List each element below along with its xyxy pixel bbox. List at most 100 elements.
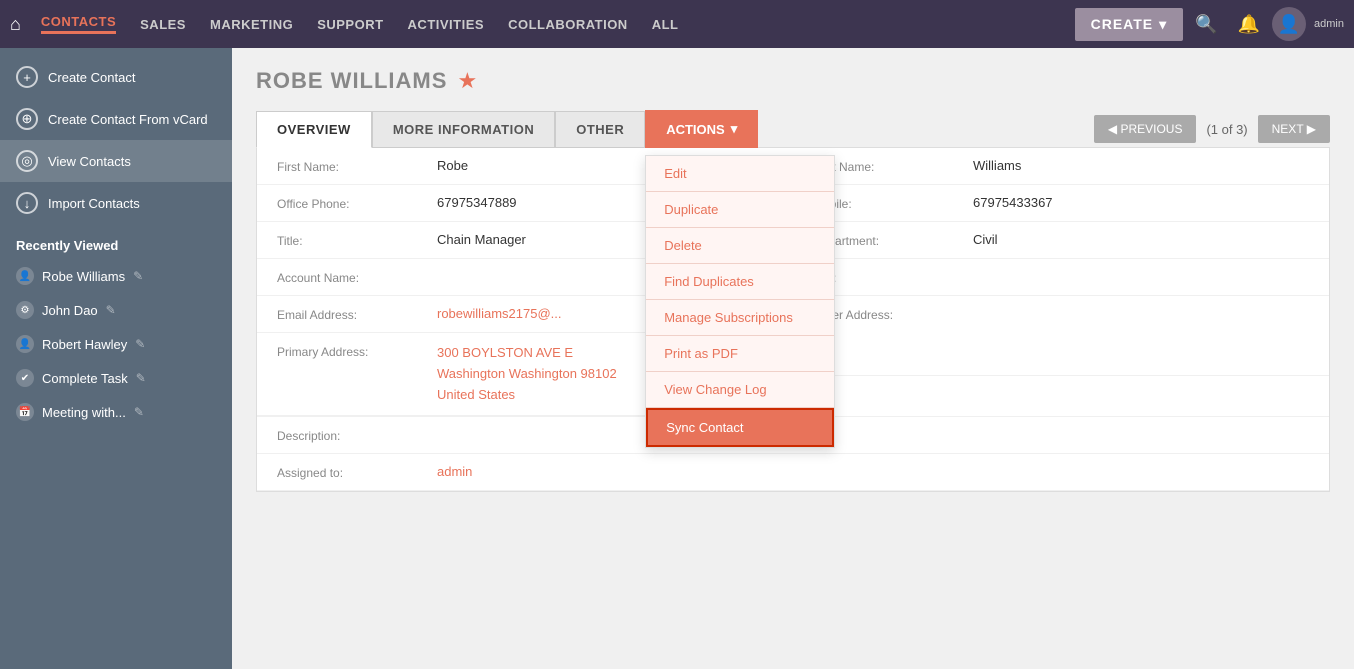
main-layout: + Create Contact ⊕ Create Contact From v… bbox=[0, 48, 1354, 669]
menu-print-as-pdf[interactable]: Print as PDF bbox=[646, 336, 834, 371]
create-vcard-icon: ⊕ bbox=[16, 108, 38, 130]
address-line2: Washington Washington 98102 bbox=[437, 366, 617, 381]
menu-sync-contact[interactable]: Sync Contact bbox=[646, 408, 834, 447]
nav-right: CREATE ▾ 🔍 🔔 👤 admin bbox=[1075, 7, 1344, 41]
create-vcard-label: Create Contact From vCard bbox=[48, 112, 216, 127]
favorite-star-icon[interactable]: ★ bbox=[457, 68, 477, 94]
email-label: Email Address: bbox=[277, 306, 437, 322]
rv-meeting[interactable]: 📅 Meeting with... ✎ bbox=[0, 395, 232, 429]
rv-edit-robert[interactable]: ✎ bbox=[135, 337, 145, 351]
nav-marketing[interactable]: MARKETING bbox=[210, 17, 293, 32]
rv-label-john: John Dao bbox=[42, 303, 98, 318]
next-button[interactable]: NEXT ▶ bbox=[1258, 115, 1330, 143]
actions-dropdown-arrow: ▾ bbox=[731, 121, 738, 137]
nav-collaboration[interactable]: COLLABORATION bbox=[508, 17, 628, 32]
department-row: Department: Civil bbox=[793, 222, 1329, 259]
view-contacts-icon: ◎ bbox=[16, 150, 38, 172]
assigned-to-label: Assigned to: bbox=[277, 464, 437, 480]
recently-viewed-title: Recently Viewed bbox=[0, 224, 232, 259]
menu-edit[interactable]: Edit bbox=[646, 156, 834, 191]
mobile-row: Mobile: 67975433367 bbox=[793, 185, 1329, 222]
tab-overview[interactable]: OVERVIEW bbox=[256, 111, 372, 148]
rv-icon-robert: 👤 bbox=[16, 335, 34, 353]
last-name-value: Williams bbox=[973, 158, 1309, 173]
sidebar-item-create-from-vcard[interactable]: ⊕ Create Contact From vCard bbox=[0, 98, 232, 140]
create-dropdown-arrow: ▾ bbox=[1159, 16, 1167, 33]
rv-john-dao[interactable]: ⚙ John Dao ✎ bbox=[0, 293, 232, 327]
nav-support[interactable]: SUPPORT bbox=[317, 17, 383, 32]
rv-label-task: Complete Task bbox=[42, 371, 128, 386]
view-contacts-label: View Contacts bbox=[48, 154, 216, 169]
menu-view-change-log[interactable]: View Change Log bbox=[646, 372, 834, 407]
sidebar-item-create-contact[interactable]: + Create Contact bbox=[0, 56, 232, 98]
other-address-row: Other Address: bbox=[793, 296, 1329, 376]
tab-other[interactable]: OTHER bbox=[555, 111, 645, 148]
create-button[interactable]: CREATE ▾ bbox=[1075, 8, 1184, 41]
first-name-label: First Name: bbox=[277, 158, 437, 174]
office-phone-label: Office Phone: bbox=[277, 195, 437, 211]
record-title-bar: ROBE WILLIAMS ★ bbox=[256, 68, 1330, 94]
pagination: ◀ PREVIOUS (1 of 3) NEXT ▶ bbox=[1094, 115, 1330, 143]
department-value: Civil bbox=[973, 232, 1309, 247]
rv-complete-task[interactable]: ✔ Complete Task ✎ bbox=[0, 361, 232, 395]
rv-edit-meeting[interactable]: ✎ bbox=[134, 405, 144, 419]
menu-manage-subscriptions[interactable]: Manage Subscriptions bbox=[646, 300, 834, 335]
nav-links: CONTACTS SALES MARKETING SUPPORT ACTIVIT… bbox=[29, 14, 1075, 34]
search-button[interactable]: 🔍 bbox=[1187, 10, 1225, 39]
nav-sales[interactable]: SALES bbox=[140, 17, 186, 32]
rv-icon-meeting: 📅 bbox=[16, 403, 34, 421]
tab-actions-button[interactable]: ACTIONS ▾ bbox=[645, 110, 758, 148]
actions-label: ACTIONS bbox=[666, 122, 725, 137]
menu-duplicate[interactable]: Duplicate bbox=[646, 192, 834, 227]
assigned-to-row: Assigned to: admin bbox=[257, 454, 1329, 491]
sidebar-item-view-contacts[interactable]: ◎ View Contacts bbox=[0, 140, 232, 182]
account-name-label: Account Name: bbox=[277, 269, 437, 285]
nav-contacts[interactable]: CONTACTS bbox=[41, 14, 116, 34]
mobile-label: Mobile: bbox=[813, 195, 973, 211]
description-label: Description: bbox=[277, 427, 437, 443]
nav-all[interactable]: ALL bbox=[652, 17, 679, 32]
department-label: Department: bbox=[813, 232, 973, 248]
admin-label: admin bbox=[1314, 18, 1344, 30]
rv-icon-robe: 👤 bbox=[16, 267, 34, 285]
tab-more-information[interactable]: MORE INFORMATION bbox=[372, 111, 555, 148]
rv-label-robe: Robe Williams bbox=[42, 269, 125, 284]
tab-actions-wrapper: ACTIONS ▾ Edit Duplicate Delete Find Dup… bbox=[645, 110, 758, 148]
title-label: Title: bbox=[277, 232, 437, 248]
fax-row: Fax: bbox=[793, 259, 1329, 296]
nav-activities[interactable]: ACTIVITIES bbox=[408, 17, 485, 32]
rv-robe-williams[interactable]: 👤 Robe Williams ✎ bbox=[0, 259, 232, 293]
sidebar-item-import-contacts[interactable]: ↓ Import Contacts bbox=[0, 182, 232, 224]
mobile-value: 67975433367 bbox=[973, 195, 1309, 210]
rv-edit-robe[interactable]: ✎ bbox=[133, 269, 143, 283]
prev-button[interactable]: ◀ PREVIOUS bbox=[1094, 115, 1197, 143]
fax-label: Fax: bbox=[813, 269, 973, 285]
avatar[interactable]: 👤 bbox=[1272, 7, 1306, 41]
address-line1: 300 BOYLSTON AVE E bbox=[437, 345, 573, 360]
rv-label-meeting: Meeting with... bbox=[42, 405, 126, 420]
import-contacts-label: Import Contacts bbox=[48, 196, 216, 211]
detail-right-col: Last Name: Williams Mobile: 67975433367 … bbox=[793, 148, 1329, 416]
menu-delete[interactable]: Delete bbox=[646, 228, 834, 263]
sidebar: + Create Contact ⊕ Create Contact From v… bbox=[0, 48, 232, 669]
assigned-to-value[interactable]: admin bbox=[437, 464, 1309, 479]
menu-find-duplicates[interactable]: Find Duplicates bbox=[646, 264, 834, 299]
rv-icon-task: ✔ bbox=[16, 369, 34, 387]
rv-label-robert: Robert Hawley bbox=[42, 337, 127, 352]
create-contact-icon: + bbox=[16, 66, 38, 88]
record-name: ROBE WILLIAMS bbox=[256, 68, 447, 94]
rv-edit-task[interactable]: ✎ bbox=[136, 371, 146, 385]
create-contact-label: Create Contact bbox=[48, 70, 216, 85]
actions-dropdown-menu: Edit Duplicate Delete Find Duplicates Ma… bbox=[645, 155, 835, 448]
rv-icon-john: ⚙ bbox=[16, 301, 34, 319]
home-icon[interactable]: ⌂ bbox=[10, 14, 21, 35]
primary-address-label: Primary Address: bbox=[277, 343, 437, 359]
rv-robert-hawley[interactable]: 👤 Robert Hawley ✎ bbox=[0, 327, 232, 361]
main-content: ROBE WILLIAMS ★ OVERVIEW MORE INFORMATIO… bbox=[232, 48, 1354, 669]
rv-edit-john[interactable]: ✎ bbox=[106, 303, 116, 317]
top-nav: ⌂ CONTACTS SALES MARKETING SUPPORT ACTIV… bbox=[0, 0, 1354, 48]
pagination-info: (1 of 3) bbox=[1202, 122, 1251, 137]
last-name-row: Last Name: Williams bbox=[793, 148, 1329, 185]
notifications-button[interactable]: 🔔 bbox=[1230, 10, 1268, 39]
import-contacts-icon: ↓ bbox=[16, 192, 38, 214]
